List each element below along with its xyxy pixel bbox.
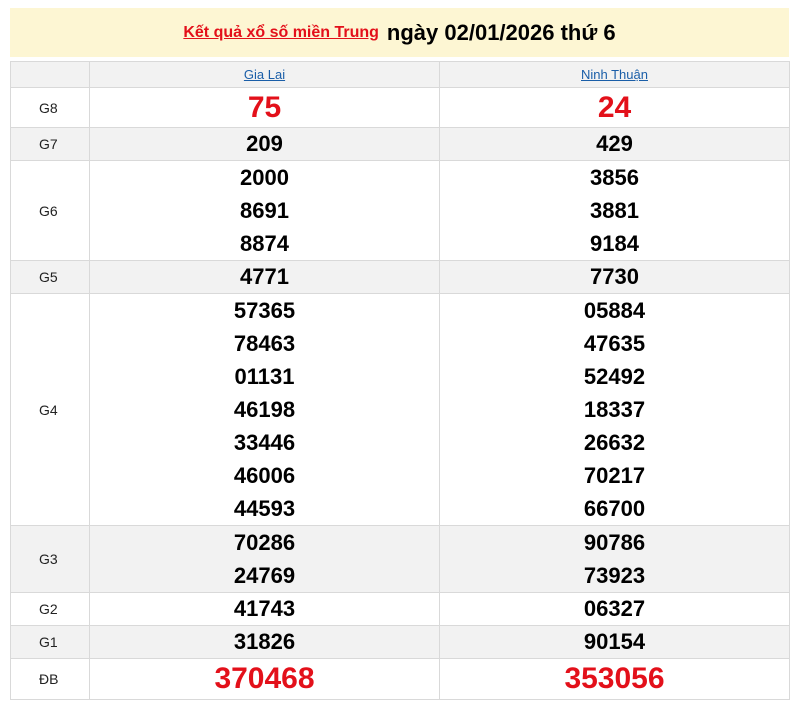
prize-cell: 90786 73923: [439, 525, 790, 593]
prize-cell: 70286 24769: [89, 525, 440, 593]
prize-number: 4771: [89, 260, 440, 294]
prize-number: 41743: [89, 592, 440, 626]
prize-number: 7730: [439, 260, 790, 294]
table-row-g4: G4 57365 78463 01131 46198 33446 46006 4…: [10, 293, 790, 526]
special-prize-number: 370468: [89, 658, 440, 700]
prize-number: 01131: [234, 364, 295, 389]
prize-number: 3856: [590, 165, 639, 190]
results-table: Gia Lai Ninh Thuận G8 75 24 G7 209 429 G…: [10, 61, 790, 700]
prize-number: 31826: [89, 625, 440, 659]
prize-label: G1: [10, 625, 90, 659]
prize-cell: 05884 47635 52492 18337 26632 70217 6670…: [439, 293, 790, 526]
prize-number: 3881: [590, 198, 639, 223]
prize-number: 06327: [439, 592, 790, 626]
prize-number: 73923: [583, 563, 646, 588]
prize-number: 66700: [583, 496, 646, 521]
prize-label: G6: [10, 160, 90, 261]
region-results-link[interactable]: Kết quả xổ số miền Trung: [183, 24, 379, 42]
prize-number: 24769: [233, 563, 296, 588]
prize-label: ĐB: [10, 658, 90, 700]
prize-label: G7: [10, 127, 90, 161]
draw-date: ngày 02/01/2026 thứ 6: [386, 19, 616, 45]
prize-number: 9184: [590, 231, 639, 256]
prize-number: 18337: [583, 397, 646, 422]
table-row-g2: G2 41743 06327: [10, 592, 790, 626]
prize-label: G2: [10, 592, 90, 626]
prize-number: 26632: [583, 430, 646, 455]
table-row-special: ĐB 370468 353056: [10, 658, 790, 700]
prize-label: G3: [10, 525, 90, 593]
prize-cell: 2000 8691 8874: [89, 160, 440, 261]
table-row-g3: G3 70286 24769 90786 73923: [10, 525, 790, 593]
prize-number: 05884: [583, 298, 646, 323]
prize-number: 70286: [233, 530, 296, 555]
header-province-gia-lai: Gia Lai: [89, 61, 440, 88]
prize-number: 46006: [233, 463, 296, 488]
special-prize-number: 353056: [439, 658, 790, 700]
prize-number: 47635: [583, 331, 646, 356]
prize-label: G8: [10, 87, 90, 128]
prize-number: 2000: [240, 165, 289, 190]
prize-label: G5: [10, 260, 90, 294]
page: Kết quả xổ số miền Trung ngày 02/01/2026…: [0, 0, 794, 703]
prize-number: 429: [439, 127, 790, 161]
prize-cell: 57365 78463 01131 46198 33446 46006 4459…: [89, 293, 440, 526]
table-row-g7: G7 209 429: [10, 127, 790, 161]
header-province-ninh-thuan: Ninh Thuận: [439, 61, 790, 88]
prize-number: 33446: [233, 430, 296, 455]
table-row-g1: G1 31826 90154: [10, 625, 790, 659]
prize-number: 70217: [583, 463, 646, 488]
prize-number: 57365: [233, 298, 296, 323]
prize-number: 90786: [583, 530, 646, 555]
table-row-g5: G5 4771 7730: [10, 260, 790, 294]
prize-label: G4: [10, 293, 90, 526]
prize-number: 78463: [233, 331, 296, 356]
prize-number: 44593: [233, 496, 296, 521]
province-link-ninh-thuan[interactable]: Ninh Thuận: [581, 67, 648, 82]
prize-number: 90154: [439, 625, 790, 659]
results-header: Kết quả xổ số miền Trung ngày 02/01/2026…: [10, 8, 789, 57]
prize-number: 8874: [240, 231, 289, 256]
prize-number: 75: [89, 87, 440, 128]
header-empty-cell: [10, 61, 90, 88]
prize-number: 52492: [583, 364, 646, 389]
prize-number: 24: [439, 87, 790, 128]
table-header-row: Gia Lai Ninh Thuận: [10, 61, 790, 88]
table-row-g6: G6 2000 8691 8874 3856 3881 9184: [10, 160, 790, 261]
prize-number: 8691: [240, 198, 289, 223]
prize-number: 46198: [233, 397, 296, 422]
table-row-g8: G8 75 24: [10, 87, 790, 128]
prize-cell: 3856 3881 9184: [439, 160, 790, 261]
province-link-gia-lai[interactable]: Gia Lai: [244, 67, 285, 82]
prize-number: 209: [89, 127, 440, 161]
